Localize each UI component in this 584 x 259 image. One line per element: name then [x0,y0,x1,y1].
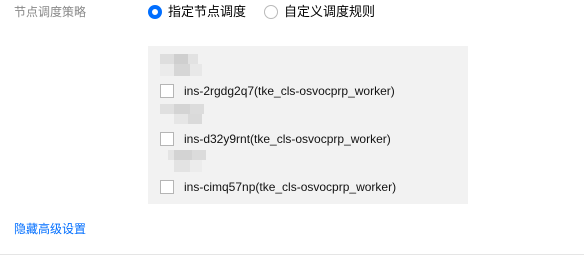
scheduling-radio-group: 指定节点调度 自定义调度规则 [148,3,393,21]
node-checkbox[interactable] [160,84,174,98]
node-scheduling-section: 节点调度策略 指定节点调度 自定义调度规则 ins-2rgdg2q7(tke_c… [0,0,584,259]
radio-label-specify-node: 指定节点调度 [168,4,247,19]
node-name: ins-cimq57np(tke_cls-osvocprp_worker) [184,180,397,194]
redacted-blur-icon [160,150,208,172]
node-name: ins-2rgdg2q7(tke_cls-osvocprp_worker) [184,84,395,98]
radio-label-custom-rule: 自定义调度规则 [284,4,376,19]
node-list-panel: ins-2rgdg2q7(tke_cls-osvocprp_worker) in… [148,46,468,204]
redacted-blur-icon [160,54,208,76]
radio-checked-icon[interactable] [148,5,162,19]
radio-unchecked-icon[interactable] [264,5,279,19]
node-name: ins-d32y9rnt(tke_cls-osvocprp_worker) [184,132,391,146]
hide-advanced-settings-link[interactable]: 隐藏高级设置 [14,220,86,238]
node-checkbox[interactable] [160,180,174,194]
scheduling-policy-label: 节点调度策略 [14,5,87,19]
node-row[interactable]: ins-2rgdg2q7(tke_cls-osvocprp_worker) [160,83,395,99]
radio-specify-node[interactable]: 指定节点调度 [148,3,246,21]
node-checkbox[interactable] [160,132,174,146]
radio-custom-rule[interactable]: 自定义调度规则 [264,3,375,21]
node-row[interactable]: ins-d32y9rnt(tke_cls-osvocprp_worker) [160,131,391,147]
divider [0,254,584,255]
redacted-blur-icon [160,104,208,126]
node-row[interactable]: ins-cimq57np(tke_cls-osvocprp_worker) [160,179,396,195]
